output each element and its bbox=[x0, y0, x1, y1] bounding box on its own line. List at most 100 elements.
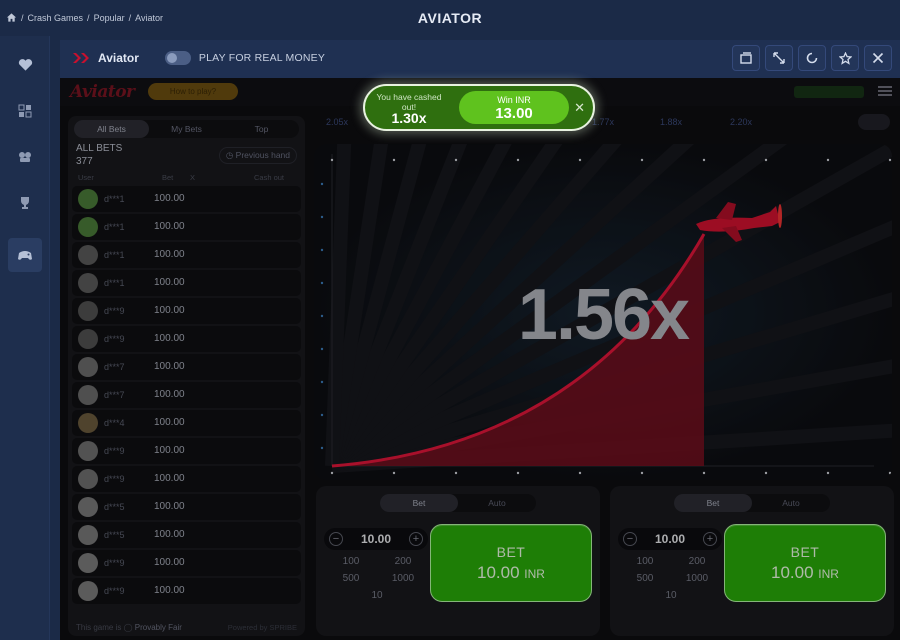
window-button[interactable] bbox=[732, 45, 760, 71]
y-axis-tick bbox=[320, 182, 324, 186]
menu-icon[interactable] bbox=[878, 86, 892, 96]
increase-button[interactable]: + bbox=[703, 532, 717, 546]
top-tick bbox=[826, 158, 830, 162]
chips-icon bbox=[19, 152, 31, 162]
bet-row: d***5 100.00 bbox=[72, 494, 301, 520]
left-sidebar bbox=[0, 36, 50, 640]
quick-amount-button[interactable]: 100 bbox=[622, 554, 668, 569]
x-axis-tick bbox=[578, 471, 582, 475]
bet-user: d***9 bbox=[104, 446, 125, 456]
provably-fair-link[interactable]: Provably Fair bbox=[135, 623, 182, 632]
reload-button[interactable] bbox=[798, 45, 826, 71]
col-bet: Bet bbox=[162, 173, 174, 182]
avatar bbox=[78, 245, 98, 265]
categories-nav-button[interactable] bbox=[8, 94, 42, 128]
history-icon: ◷ bbox=[225, 150, 234, 160]
avatar bbox=[78, 189, 98, 209]
top-tick bbox=[888, 158, 892, 162]
bet-mode-tabs: Bet Auto bbox=[674, 494, 830, 512]
casino-nav-button[interactable] bbox=[8, 140, 42, 174]
avatar bbox=[78, 273, 98, 293]
tab-auto[interactable]: Auto bbox=[752, 494, 830, 512]
bets-panel: All Bets My Bets Top ALL BETS 377 ◷ Prev… bbox=[68, 116, 305, 636]
favorite-button[interactable] bbox=[831, 45, 859, 71]
bet-row: d***9 100.00 bbox=[72, 578, 301, 604]
favorites-nav-button[interactable] bbox=[8, 48, 42, 82]
bet-row: d***5 100.00 bbox=[72, 522, 301, 548]
powered-by: Powered by SPRIBE bbox=[227, 623, 297, 632]
bet-user: d***9 bbox=[104, 558, 125, 568]
bet-button-amount: 10.00 bbox=[477, 563, 520, 582]
tab-auto[interactable]: Auto bbox=[458, 494, 536, 512]
bet-row: d***1 100.00 bbox=[72, 270, 301, 296]
history-multiplier: 1.77x bbox=[592, 117, 615, 127]
quick-amount-button[interactable]: 200 bbox=[674, 554, 720, 569]
quick-amount-button[interactable]: 10 bbox=[354, 588, 400, 603]
real-money-toggle[interactable] bbox=[164, 51, 191, 65]
bet-amount: 100.00 bbox=[154, 221, 185, 232]
tab-bet[interactable]: Bet bbox=[380, 494, 458, 512]
quick-amount-button[interactable]: 500 bbox=[622, 571, 668, 586]
bet-amount: 100.00 bbox=[154, 277, 185, 288]
close-button[interactable] bbox=[864, 45, 892, 71]
top-tick bbox=[702, 158, 706, 162]
bet-mode-tabs: Bet Auto bbox=[380, 494, 536, 512]
bet-amount: 100.00 bbox=[154, 417, 185, 428]
bet-user: d***9 bbox=[104, 334, 125, 344]
avatar bbox=[78, 301, 98, 321]
star-icon bbox=[838, 51, 852, 65]
x-axis-tick bbox=[392, 471, 396, 475]
previous-hand-button[interactable]: ◷ Previous hand bbox=[218, 147, 297, 164]
bets-list: d***1 100.00 d***1 100.00 d***1 100.00 d***1 10… bbox=[72, 186, 301, 606]
provably-prefix: This game is bbox=[76, 623, 122, 632]
top-tick bbox=[454, 158, 458, 162]
tab-top[interactable]: Top bbox=[224, 120, 299, 138]
quick-amount-button[interactable]: 10 bbox=[648, 588, 694, 603]
current-multiplier: 1.56x bbox=[517, 275, 690, 355]
previous-hand-label: Previous hand bbox=[235, 150, 290, 160]
games-nav-button[interactable] bbox=[8, 238, 42, 272]
avatar bbox=[78, 357, 98, 377]
fullscreen-button[interactable] bbox=[765, 45, 793, 71]
all-bets-count: 377 bbox=[76, 156, 93, 167]
bet-button[interactable]: BET 10.00 INR bbox=[430, 524, 592, 602]
close-icon[interactable]: ✕ bbox=[574, 100, 585, 116]
quick-amount-button[interactable]: 200 bbox=[380, 554, 426, 569]
col-user: User bbox=[78, 173, 94, 182]
aviator-logo: Aviator bbox=[70, 82, 135, 102]
real-money-label: PLAY FOR REAL MONEY bbox=[198, 52, 326, 64]
tab-bet[interactable]: Bet bbox=[674, 494, 752, 512]
increase-button[interactable]: + bbox=[409, 532, 423, 546]
avatar bbox=[78, 441, 98, 461]
quick-amount-button[interactable]: 500 bbox=[328, 571, 374, 586]
bet-amount: 100.00 bbox=[154, 585, 185, 596]
tab-all-bets[interactable]: All Bets bbox=[74, 120, 149, 138]
bet-row: d***1 100.00 bbox=[72, 214, 301, 240]
flight-graph: 1.56x bbox=[314, 144, 892, 480]
tab-my-bets[interactable]: My Bets bbox=[149, 120, 224, 138]
tournaments-nav-button[interactable] bbox=[8, 186, 42, 220]
quick-amount-button[interactable]: 100 bbox=[328, 554, 374, 569]
bet-button-currency: INR bbox=[818, 567, 839, 581]
cashout-toast: You have cashed out! 1.30x Win INR 13.00… bbox=[363, 84, 595, 131]
avatar bbox=[78, 217, 98, 237]
top-tick bbox=[516, 158, 520, 162]
history-multiplier: 1.88x bbox=[660, 117, 683, 127]
bet-row: d***4 100.00 bbox=[72, 410, 301, 436]
bet-row: d***9 100.00 bbox=[72, 298, 301, 324]
bet-button[interactable]: BET 10.00 INR bbox=[724, 524, 886, 602]
bet-amount: 100.00 bbox=[154, 529, 185, 540]
bet-user: d***9 bbox=[104, 474, 125, 484]
bet-card-2: Bet Auto − 10.00 + 100 200 500 1000 10 B… bbox=[610, 486, 894, 636]
quick-amount-button[interactable]: 1000 bbox=[380, 571, 426, 586]
win-amount-box: Win INR 13.00 bbox=[459, 91, 569, 124]
quick-amount-button[interactable]: 1000 bbox=[674, 571, 720, 586]
cashout-message: You have cashed out! bbox=[376, 92, 442, 112]
top-tick bbox=[578, 158, 582, 162]
bet-amount: 100.00 bbox=[154, 389, 185, 400]
bet-amount: 100.00 bbox=[154, 193, 185, 204]
x-axis-tick bbox=[888, 471, 892, 475]
bet-row: d***9 100.00 bbox=[72, 438, 301, 464]
history-toggle-button[interactable] bbox=[858, 114, 890, 130]
how-to-play-button[interactable]: How to play? bbox=[148, 83, 238, 100]
